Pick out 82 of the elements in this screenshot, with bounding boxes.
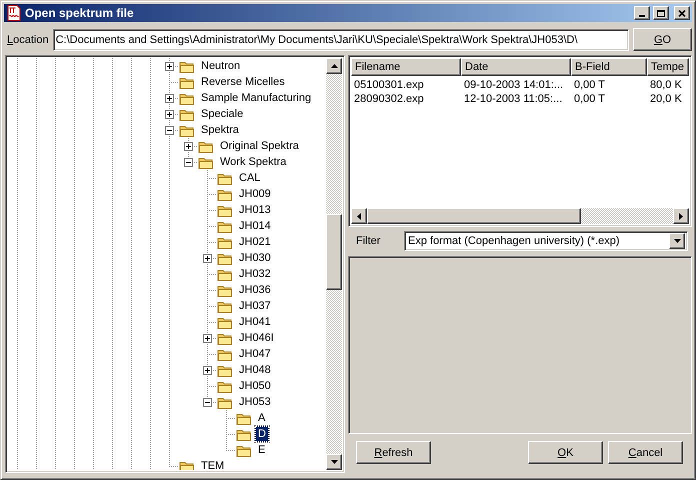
tree-item[interactable]: JH036 <box>236 282 274 298</box>
table-cell-text: 09-10-2003 14:01:... <box>463 78 564 92</box>
column-header[interactable]: Tempe <box>647 58 689 76</box>
tree-item[interactable]: Speciale <box>198 106 246 122</box>
table-cell-text: 20,0 K <box>649 92 683 106</box>
tree-item[interactable]: JH041 <box>236 314 274 330</box>
maximize-button[interactable] <box>653 6 669 20</box>
tree-item[interactable]: JH037 <box>236 298 274 314</box>
file-row[interactable]: 05100301.exp 09-10-2003 14:01:... 0,00 T 80,0 K <box>351 78 689 92</box>
tree-item[interactable]: JH030 <box>236 250 274 266</box>
tree-item[interactable]: Neutron <box>198 58 244 74</box>
tree-item[interactable]: Spektra <box>198 122 242 138</box>
scroll-thumb[interactable] <box>326 214 342 290</box>
expand-icon[interactable] <box>203 334 212 343</box>
table-cell-text: 0,00 T <box>573 78 606 92</box>
column-header[interactable]: Date <box>461 58 571 76</box>
table-cell-text: 28090302.exp <box>353 92 425 106</box>
expand-icon[interactable] <box>203 254 212 263</box>
scroll-up-button[interactable] <box>326 58 342 74</box>
scroll-left-button[interactable] <box>351 208 367 224</box>
maximize-icon <box>657 10 665 16</box>
tree-item[interactable]: E <box>255 442 268 458</box>
filter-label: Filter <box>356 235 382 247</box>
window-title: Open spektrum file <box>25 6 135 20</box>
tree-item[interactable]: JH013 <box>236 202 274 218</box>
caret-icon <box>674 239 680 243</box>
collapse-icon[interactable] <box>203 398 212 407</box>
collapse-icon[interactable] <box>165 126 174 135</box>
folder-tree[interactable]: Neutron Reverse Micelles Sample Manufacturing Speciale Spektra Original Spektra Work Spektra CAL JH009 JH013 JH014 JH021 JH030 JH032 JH036 JH037 JH041 JH046I JH047 JH048 JH050 JH053 A D E TEM <box>5 55 345 473</box>
table-cell-text: 80,0 K <box>649 78 683 92</box>
close-button[interactable] <box>674 6 690 20</box>
location-field[interactable]: C:\Documents and Settings\Administrator\My Documents\Jari\KU\Speciale\Spektra\Work Spektra\JH053\D\ <box>52 28 629 50</box>
tree-item[interactable]: JH047 <box>236 346 274 362</box>
tree-item[interactable]: Reverse Micelles <box>198 74 288 90</box>
minimize-icon <box>639 15 645 17</box>
tree-item[interactable]: TEM <box>198 458 228 470</box>
scroll-thumb[interactable] <box>367 208 581 224</box>
tree-item[interactable]: JH014 <box>236 218 274 234</box>
expand-icon[interactable] <box>184 142 193 151</box>
table-cell-text: 0,00 T <box>573 92 606 106</box>
tree-item[interactable]: A <box>255 410 268 426</box>
tree-item[interactable]: JH053 <box>236 394 274 410</box>
dropdown-button[interactable] <box>669 233 685 249</box>
tree-item[interactable]: Original Spektra <box>217 138 302 154</box>
expand-icon[interactable] <box>165 94 174 103</box>
expand-icon[interactable] <box>165 62 174 71</box>
up-arrow-icon <box>330 64 338 68</box>
app-icon <box>6 5 22 21</box>
scroll-right-button[interactable] <box>673 208 689 224</box>
refresh-button[interactable]: Refresh <box>356 441 431 464</box>
location-label: Location <box>7 34 49 46</box>
ok-button[interactable]: OK <box>528 441 603 464</box>
file-list[interactable]: Filename Date B-Field Tempe 05100301.exp 09-10-2003 14:01:... 0,00 T 80,0 K 28090302.exp 12-10-2003 11:05:... 0,00 T 20,0 K <box>348 55 692 227</box>
column-header[interactable]: Filename <box>351 58 461 76</box>
tree-item[interactable]: JH046I <box>236 330 277 346</box>
file-row[interactable]: 28090302.exp 12-10-2003 11:05:... 0,00 T 20,0 K <box>351 92 689 106</box>
tree-item[interactable]: CAL <box>236 170 264 186</box>
horizontal-scrollbar[interactable] <box>351 208 689 224</box>
table-cell-text: 12-10-2003 11:05:... <box>463 92 564 106</box>
expand-icon[interactable] <box>165 110 174 119</box>
tree-item[interactable]: JH048 <box>236 362 274 378</box>
left-arrow-icon <box>357 212 361 220</box>
filter-dropdown[interactable]: Exp format (Copenhagen university) (*.exp) <box>404 231 688 251</box>
tree-item[interactable]: JH021 <box>236 234 274 250</box>
tree-item[interactable]: D <box>255 426 269 442</box>
right-arrow-icon <box>679 212 683 220</box>
tree-item[interactable]: JH032 <box>236 266 274 282</box>
collapse-icon[interactable] <box>184 158 193 167</box>
scroll-down-button[interactable] <box>326 454 342 470</box>
expand-icon[interactable] <box>203 366 212 375</box>
down-arrow-icon <box>330 460 338 464</box>
minimize-button[interactable] <box>634 6 650 20</box>
table-cell-text: 05100301.exp <box>353 78 425 92</box>
close-icon <box>678 10 686 16</box>
tree-item[interactable]: Work Spektra <box>217 154 290 170</box>
column-header[interactable]: B-Field <box>571 58 647 76</box>
go-button[interactable]: GO <box>633 28 692 51</box>
tree-item[interactable]: JH050 <box>236 378 274 394</box>
cancel-button[interactable]: Cancel <box>608 441 683 464</box>
tree-item[interactable]: Sample Manufacturing <box>198 90 314 106</box>
vertical-scrollbar[interactable] <box>326 58 342 470</box>
tree-item[interactable]: JH009 <box>236 186 274 202</box>
